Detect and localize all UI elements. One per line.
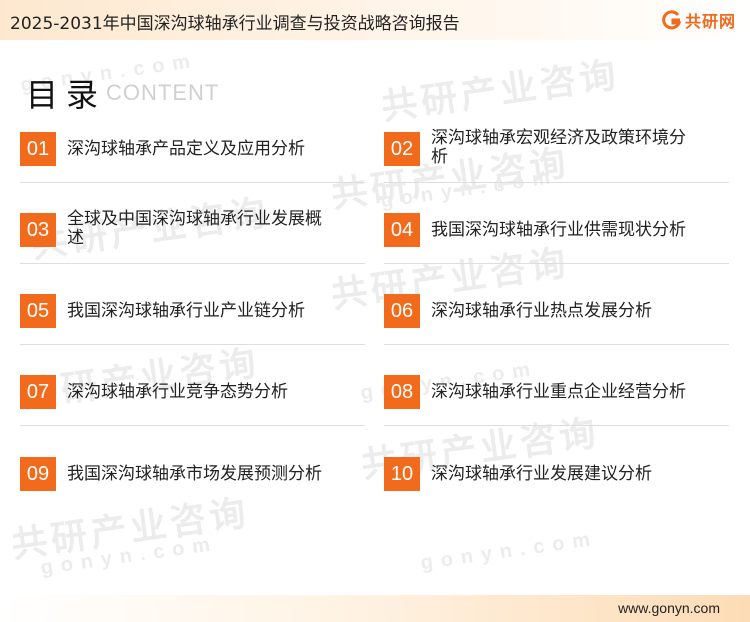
- watermark-url: gonyn.com: [39, 532, 220, 580]
- toc-item-number: 02: [384, 132, 420, 166]
- toc-item[interactable]: 01 深沟球轴承产品定义及应用分析: [20, 132, 365, 183]
- toc-item-label: 深沟球轴承产品定义及应用分析: [67, 139, 305, 159]
- toc-item[interactable]: 09 我国深沟球轴承市场发展预测分析: [20, 457, 365, 507]
- toc-item-label: 我国深沟球轴承行业供需现状分析: [431, 220, 686, 240]
- watermark-url: gonyn.com: [419, 527, 600, 575]
- footer-url[interactable]: www.gonyn.com: [618, 600, 720, 616]
- footer-bar: www.gonyn.com: [0, 595, 750, 622]
- toc-item-label: 深沟球轴承宏观经济及政策环境分析: [431, 128, 686, 167]
- header-bar: 2025-2031年中国深沟球轴承行业调查与投资战略咨询报告 共研网: [0, 0, 750, 40]
- toc-subtitle: CONTENT: [106, 80, 220, 105]
- toc-item-number: 07: [20, 375, 56, 409]
- toc-item[interactable]: 05 我国深沟球轴承行业产业链分析: [20, 294, 365, 345]
- toc-item[interactable]: 10 深沟球轴承行业发展建议分析: [384, 457, 729, 507]
- brand-logo[interactable]: 共研网: [662, 8, 736, 32]
- toc-item-number: 09: [20, 457, 56, 491]
- toc-item-label: 深沟球轴承行业发展建议分析: [431, 464, 652, 484]
- toc-item-label: 深沟球轴承行业热点发展分析: [431, 301, 652, 321]
- report-title: 2025-2031年中国深沟球轴承行业调查与投资战略咨询报告: [10, 14, 460, 34]
- toc-item[interactable]: 03 全球及中国深沟球轴承行业发展概述: [20, 209, 365, 264]
- toc-item-number: 04: [384, 213, 420, 247]
- toc-title: 目录: [26, 76, 107, 114]
- toc-item[interactable]: 08 深沟球轴承行业重点企业经营分析: [384, 375, 729, 426]
- toc-item-label: 深沟球轴承行业竞争态势分析: [67, 382, 288, 402]
- toc-item-label: 我国深沟球轴承市场发展预测分析: [67, 464, 322, 484]
- toc-item[interactable]: 06 深沟球轴承行业热点发展分析: [384, 294, 729, 345]
- toc-item-label: 我国深沟球轴承行业产业链分析: [67, 301, 305, 321]
- toc-item-number: 08: [384, 375, 420, 409]
- toc-item-number: 06: [384, 294, 420, 328]
- toc-item-number: 10: [384, 457, 420, 491]
- logo-text: 共研网: [684, 12, 736, 31]
- toc-item-number: 05: [20, 294, 56, 328]
- toc-item-label: 全球及中国深沟球轴承行业发展概述: [67, 209, 322, 248]
- logo-icon: [662, 10, 682, 30]
- toc-item-number: 03: [20, 213, 56, 247]
- watermark-text: 共研产业咨询: [378, 54, 623, 129]
- toc-item[interactable]: 07 深沟球轴承行业竞争态势分析: [20, 375, 365, 426]
- toc-item[interactable]: 02 深沟球轴承宏观经济及政策环境分析: [384, 128, 729, 183]
- toc-item-label: 深沟球轴承行业重点企业经营分析: [431, 382, 686, 402]
- toc-item[interactable]: 04 我国深沟球轴承行业供需现状分析: [384, 213, 729, 264]
- toc-item-number: 01: [20, 132, 56, 166]
